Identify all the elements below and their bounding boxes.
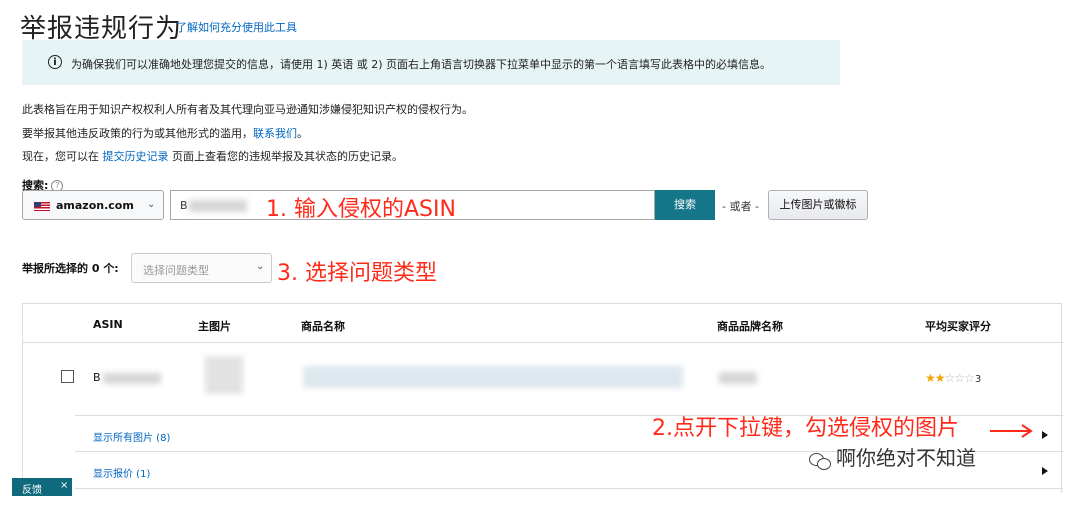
annotation-step-3: 3. 选择问题类型 bbox=[277, 261, 437, 286]
show-offers-link[interactable]: 显示报价 (1) bbox=[93, 465, 150, 480]
column-header-asin: ASIN bbox=[93, 318, 123, 331]
redacted-asin bbox=[189, 200, 247, 212]
intro-line-3-end: 页面上查看您的违规举报及其状态的历史记录。 bbox=[168, 150, 403, 163]
us-flag-icon bbox=[34, 202, 50, 211]
close-icon[interactable]: × bbox=[60, 480, 68, 491]
column-header-image: 主图片 bbox=[198, 320, 231, 333]
star-filled-icon: ★ bbox=[934, 371, 946, 385]
or-separator: - 或者 - bbox=[722, 200, 759, 213]
contact-us-link[interactable]: 联系我们 bbox=[253, 127, 297, 140]
search-input-value: B bbox=[180, 199, 188, 212]
chevron-down-icon: ⌄ bbox=[147, 199, 156, 210]
marketplace-select[interactable]: amazon.com ⌄ bbox=[22, 190, 164, 220]
feedback-label: 反馈 bbox=[22, 485, 42, 496]
row-select-checkbox[interactable] bbox=[61, 370, 74, 383]
intro-line-1: 此表格旨在用于知识产权权利人所有者及其代理向亚马逊通知涉嫌侵犯知识产权的侵权行为… bbox=[22, 103, 473, 116]
product-image-thumbnail bbox=[205, 356, 243, 394]
info-banner: i 为确保我们可以准确地处理您提交的信息，请使用 1) 英语 或 2) 页面右上… bbox=[22, 40, 840, 85]
redacted-asin bbox=[103, 373, 161, 384]
star-empty-icon: ☆ bbox=[964, 371, 975, 385]
intro-line-2-end: 。 bbox=[297, 127, 308, 140]
issue-type-select[interactable]: 选择问题类型 ⌄ bbox=[131, 253, 272, 283]
info-icon: i bbox=[48, 55, 62, 69]
row-asin: B bbox=[93, 371, 101, 384]
star-empty-icon: ☆ bbox=[954, 371, 965, 385]
chevron-down-icon: ⌄ bbox=[256, 261, 265, 272]
header-divider bbox=[23, 342, 1063, 343]
intro-line-3: 现在，您可以在 提交历史记录 页面上查看您的违规举报及其状态的历史记录。 bbox=[22, 148, 403, 164]
feedback-tab[interactable]: 反馈 × bbox=[12, 478, 72, 496]
info-banner-text: 为确保我们可以准确地处理您提交的信息，请使用 1) 英语 或 2) 页面右上角语… bbox=[71, 58, 772, 71]
intro-line-3-text: 现在，您可以在 bbox=[22, 150, 103, 163]
row-divider bbox=[75, 488, 1063, 489]
rating-stars: ★★☆☆☆3 bbox=[925, 371, 981, 385]
issue-count-label: 举报所选择的 0 个: bbox=[22, 262, 119, 275]
star-empty-icon: ☆ bbox=[944, 371, 956, 385]
expand-triangle-icon[interactable] bbox=[1042, 467, 1048, 475]
watermark-text: 啊你绝对不知道 bbox=[836, 446, 976, 470]
marketplace-value: amazon.com bbox=[56, 199, 134, 212]
annotation-step-1: 1. 输入侵权的ASIN bbox=[266, 197, 456, 222]
annotation-step-2: 2.点开下拉键，勾选侵权的图片 bbox=[652, 416, 959, 441]
issue-type-placeholder: 选择问题类型 bbox=[143, 264, 209, 277]
help-link[interactable]: 了解如何充分使用此工具 bbox=[176, 19, 297, 35]
wechat-logo-icon bbox=[808, 450, 832, 470]
column-header-title: 商品名称 bbox=[301, 320, 345, 333]
rating-value: 3 bbox=[974, 374, 982, 385]
redacted-brand bbox=[719, 372, 757, 384]
column-header-rating: 平均买家评分 bbox=[925, 320, 991, 333]
expand-triangle-icon[interactable] bbox=[1042, 431, 1048, 439]
upload-image-button[interactable]: 上传图片或徽标 bbox=[768, 190, 868, 220]
star-filled-icon: ★ bbox=[925, 371, 936, 385]
column-header-brand: 商品品牌名称 bbox=[717, 320, 783, 333]
search-button[interactable]: 搜索 bbox=[655, 190, 715, 220]
submission-history-link[interactable]: 提交历史记录 bbox=[103, 150, 169, 163]
redacted-product-title bbox=[303, 366, 683, 388]
annotation-arrow-icon bbox=[990, 424, 1033, 438]
intro-line-2: 要举报其他违反政策的行为或其他形式的滥用，联系我们。 bbox=[22, 125, 308, 141]
show-all-images-link[interactable]: 显示所有图片 (8) bbox=[93, 429, 170, 444]
intro-line-2-text: 要举报其他违反政策的行为或其他形式的滥用， bbox=[22, 127, 253, 140]
watermark: 啊你绝对不知道 bbox=[808, 442, 976, 471]
